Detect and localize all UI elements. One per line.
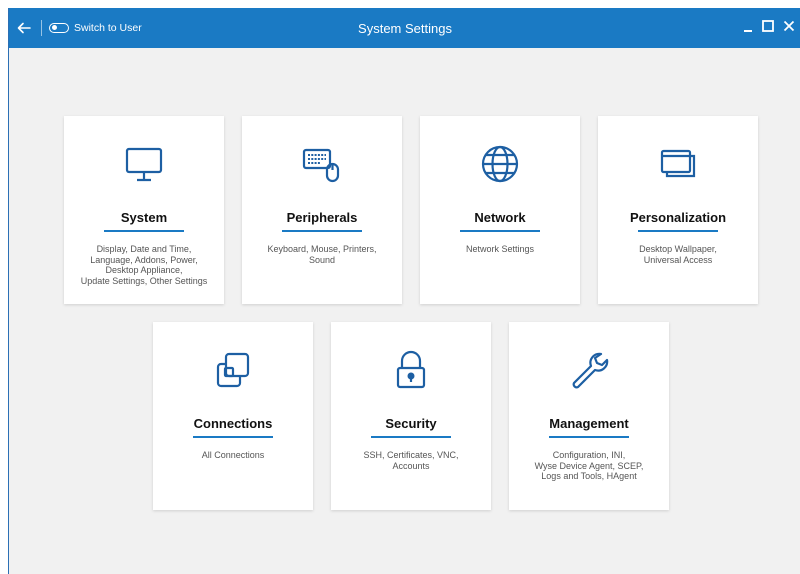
card-security[interactable]: Security SSH, Certificates, VNC, Account… bbox=[331, 322, 491, 510]
card-title: Peripherals bbox=[286, 210, 358, 225]
close-icon bbox=[783, 20, 795, 32]
card-title: Connections bbox=[193, 416, 273, 431]
title-bar: Switch to User System Settings bbox=[9, 8, 800, 48]
title-underline bbox=[282, 230, 362, 232]
card-connections[interactable]: Connections All Connections bbox=[153, 322, 313, 510]
card-description: All Connections bbox=[201, 450, 265, 460]
card-description: Keyboard, Mouse, Printers, Sound bbox=[267, 244, 377, 265]
minimize-icon bbox=[744, 30, 752, 32]
globe-icon bbox=[481, 145, 519, 183]
lock-icon bbox=[396, 350, 426, 389]
card-personalization[interactable]: Personalization Desktop Wallpaper, Unive… bbox=[598, 116, 758, 304]
card-description: Display, Date and Time, Language, Addons… bbox=[80, 244, 208, 286]
card-description: SSH, Certificates, VNC, Accounts bbox=[363, 450, 459, 471]
wrench-icon bbox=[572, 352, 609, 389]
connections-icon bbox=[216, 352, 250, 388]
keyboard-mouse-icon bbox=[302, 148, 340, 183]
close-button[interactable] bbox=[782, 18, 796, 34]
card-management[interactable]: Management Configuration, INI, Wyse Devi… bbox=[509, 322, 669, 510]
card-title: Management bbox=[549, 416, 629, 431]
card-title: Personalization bbox=[629, 210, 727, 225]
card-description: Network Settings bbox=[465, 244, 535, 254]
card-title: System bbox=[120, 210, 168, 225]
title-underline bbox=[193, 436, 273, 438]
maximize-icon bbox=[762, 20, 774, 32]
card-description: Desktop Wallpaper, Universal Access bbox=[639, 244, 717, 265]
title-underline bbox=[371, 436, 451, 438]
monitor-icon bbox=[125, 147, 163, 182]
minimize-button[interactable] bbox=[742, 18, 754, 34]
windows-icon bbox=[660, 149, 696, 178]
title-underline bbox=[460, 230, 540, 232]
system-settings-window: Switch to User System Settings System Di… bbox=[8, 8, 800, 574]
title-underline bbox=[104, 230, 184, 232]
title-underline bbox=[549, 436, 629, 438]
card-title: Security bbox=[385, 416, 437, 431]
card-peripherals[interactable]: Peripherals Keyboard, Mouse, Printers, S… bbox=[242, 116, 402, 304]
maximize-button[interactable] bbox=[761, 18, 775, 34]
card-title: Network bbox=[474, 210, 526, 225]
card-system[interactable]: System Display, Date and Time, Language,… bbox=[64, 116, 224, 304]
window-title: System Settings bbox=[358, 21, 452, 36]
title-underline bbox=[638, 230, 718, 232]
card-network[interactable]: Network Network Settings bbox=[420, 116, 580, 304]
card-description: Configuration, INI, Wyse Device Agent, S… bbox=[534, 450, 644, 481]
